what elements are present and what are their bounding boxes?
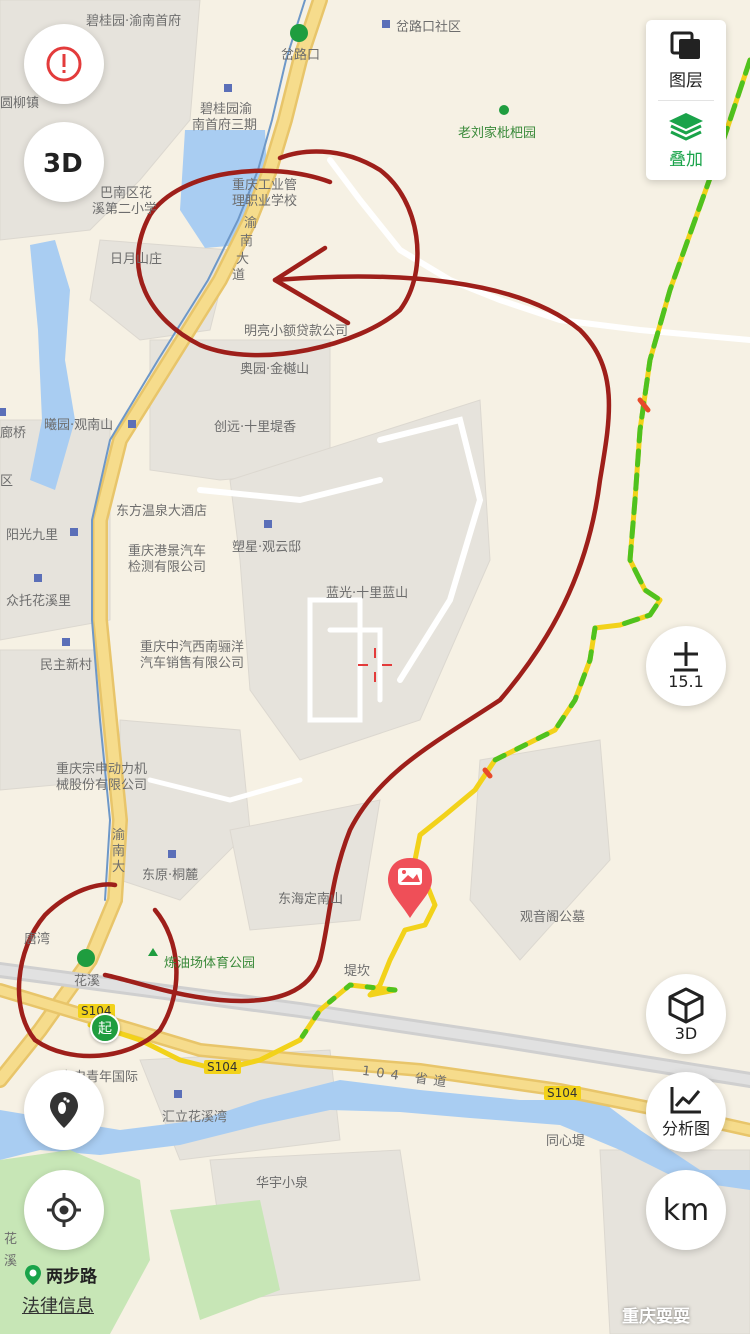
zoom-button[interactable]: 15.1 (646, 626, 726, 706)
road-label: 南 (240, 234, 254, 249)
place-label: 阳光九里 (6, 528, 59, 543)
locate-button[interactable] (24, 1170, 104, 1250)
unit-label: km (662, 1192, 710, 1228)
place-label: 塑星·观云邸 (232, 540, 302, 555)
start-marker[interactable]: 起 (90, 1013, 120, 1043)
place-label: 奥园·金樾山 (240, 362, 310, 377)
place-label: 创远·十里堤香 (214, 420, 297, 435)
road-label: 大 (112, 860, 126, 875)
place-label: 东原·桐麓 (142, 868, 199, 883)
cube-icon (668, 987, 704, 1023)
place-label: 民主新村 (40, 658, 93, 673)
place-label: 碧桂园·渝南首府 (86, 14, 182, 29)
place-label: 花溪 (74, 974, 101, 989)
place-label: 汽车销售有限公司 (140, 656, 245, 671)
place-label: 溪第二小学 (92, 202, 158, 217)
3d-view-button[interactable]: 3D (24, 122, 104, 202)
place-label: 理职业学校 (232, 194, 298, 209)
road-label: 渝 (244, 216, 258, 231)
place-label: 众托花溪里 (6, 594, 72, 609)
overlay-button[interactable]: 叠加 (646, 100, 726, 180)
place-label: 堤坎 (344, 964, 371, 979)
place-label: 华宇小泉 (256, 1176, 309, 1191)
place-label: 老刘家枇杷园 (458, 126, 537, 141)
analysis-label: 分析图 (661, 1119, 710, 1138)
svg-text:3D: 3D (43, 149, 83, 179)
place-label: 汇立花溪湾 (162, 1110, 228, 1125)
locate-icon (47, 1193, 81, 1227)
place-label: 唐湾 (24, 932, 51, 947)
footprint-pin-icon (50, 1092, 78, 1128)
alert-button[interactable] (24, 24, 104, 104)
footprint-button[interactable] (24, 1070, 104, 1150)
place-label: 南首府三期 (192, 118, 258, 133)
analysis-button[interactable]: 分析图 (646, 1072, 726, 1152)
place-label: 蓝光·十里蓝山 (326, 586, 409, 601)
overlay-label: 叠加 (669, 149, 703, 170)
3d-badge-icon: 3D (43, 149, 83, 179)
plus-minus-icon (674, 641, 698, 671)
brand-pin-icon (25, 1264, 41, 1285)
place-label: 检测有限公司 (128, 560, 207, 575)
layers-button[interactable]: 图层 (646, 20, 726, 100)
layers-icon (670, 31, 700, 59)
zoom-level: 15.1 (668, 671, 704, 691)
place-label: 炼油场体育公园 (164, 956, 256, 971)
place-label: 花 (4, 1232, 18, 1247)
place-label: 曦园·观南山 (44, 418, 114, 433)
route-shield: S104 (204, 1060, 241, 1074)
place-label: 明亮小额贷款公司 (244, 324, 349, 339)
place-label: 岔路口 (281, 48, 321, 63)
watermark: 重庆耍耍 (622, 1307, 690, 1327)
alert-icon (46, 46, 82, 82)
place-label: 圆柳镇 (0, 96, 40, 111)
brand-logo: 两步路 (24, 1262, 97, 1287)
layers-label: 图层 (669, 70, 703, 91)
3d-terrain-button[interactable]: 3D (646, 974, 726, 1054)
place-label: 溪 (4, 1254, 18, 1269)
place-label: 日月山庄 (110, 252, 163, 267)
layer-panel: 图层 叠加 (646, 20, 726, 180)
legal-info-link[interactable]: 法律信息 (22, 1292, 94, 1318)
place-label: 岔路口社区 (396, 20, 462, 35)
place-label: 廊桥 (0, 426, 27, 441)
place-label: 东海定南山 (278, 892, 344, 907)
place-label: 东方温泉大酒店 (116, 504, 208, 519)
stack-icon (669, 112, 703, 141)
road-label: 道 (232, 268, 246, 283)
place-label: 同心堤 (546, 1134, 586, 1149)
place-label: 区 (0, 474, 14, 489)
route-shield: S104 (544, 1086, 581, 1100)
place-label: 械股份有限公司 (56, 778, 148, 793)
place-label: 观音阁公墓 (520, 910, 586, 925)
unit-button[interactable]: km (646, 1170, 726, 1250)
3d-label: 3D (674, 1023, 698, 1043)
brand-name: 两步路 (46, 1267, 97, 1287)
chart-icon (670, 1087, 701, 1114)
